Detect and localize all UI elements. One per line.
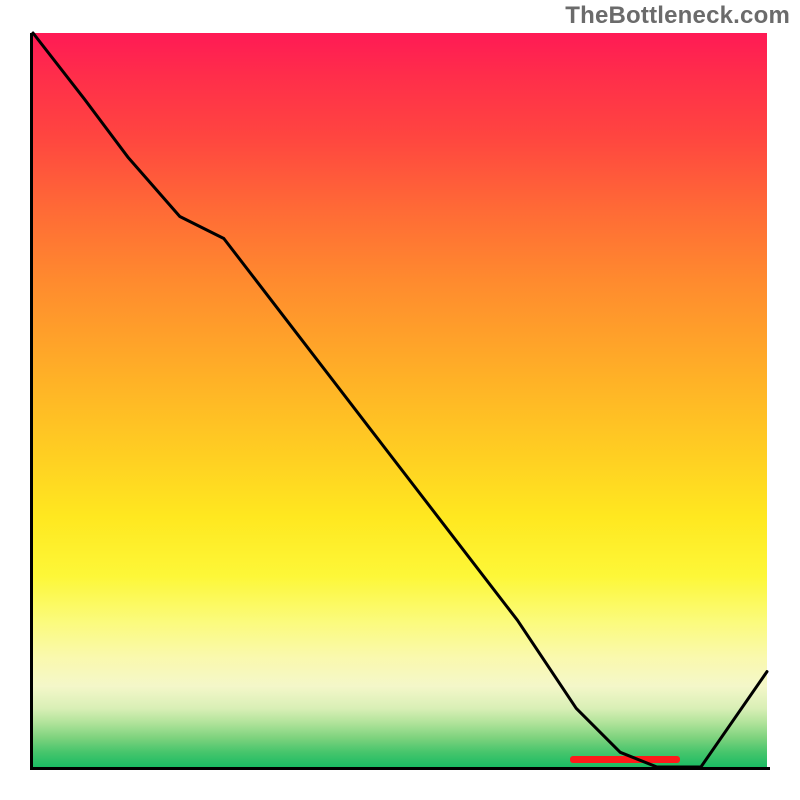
y-axis-line (30, 33, 33, 770)
x-axis-line (30, 767, 770, 770)
plot-background (33, 33, 767, 767)
chart-canvas: TheBottleneck.com (0, 0, 800, 800)
highlight-band (570, 756, 680, 763)
watermark-text: TheBottleneck.com (565, 2, 790, 30)
